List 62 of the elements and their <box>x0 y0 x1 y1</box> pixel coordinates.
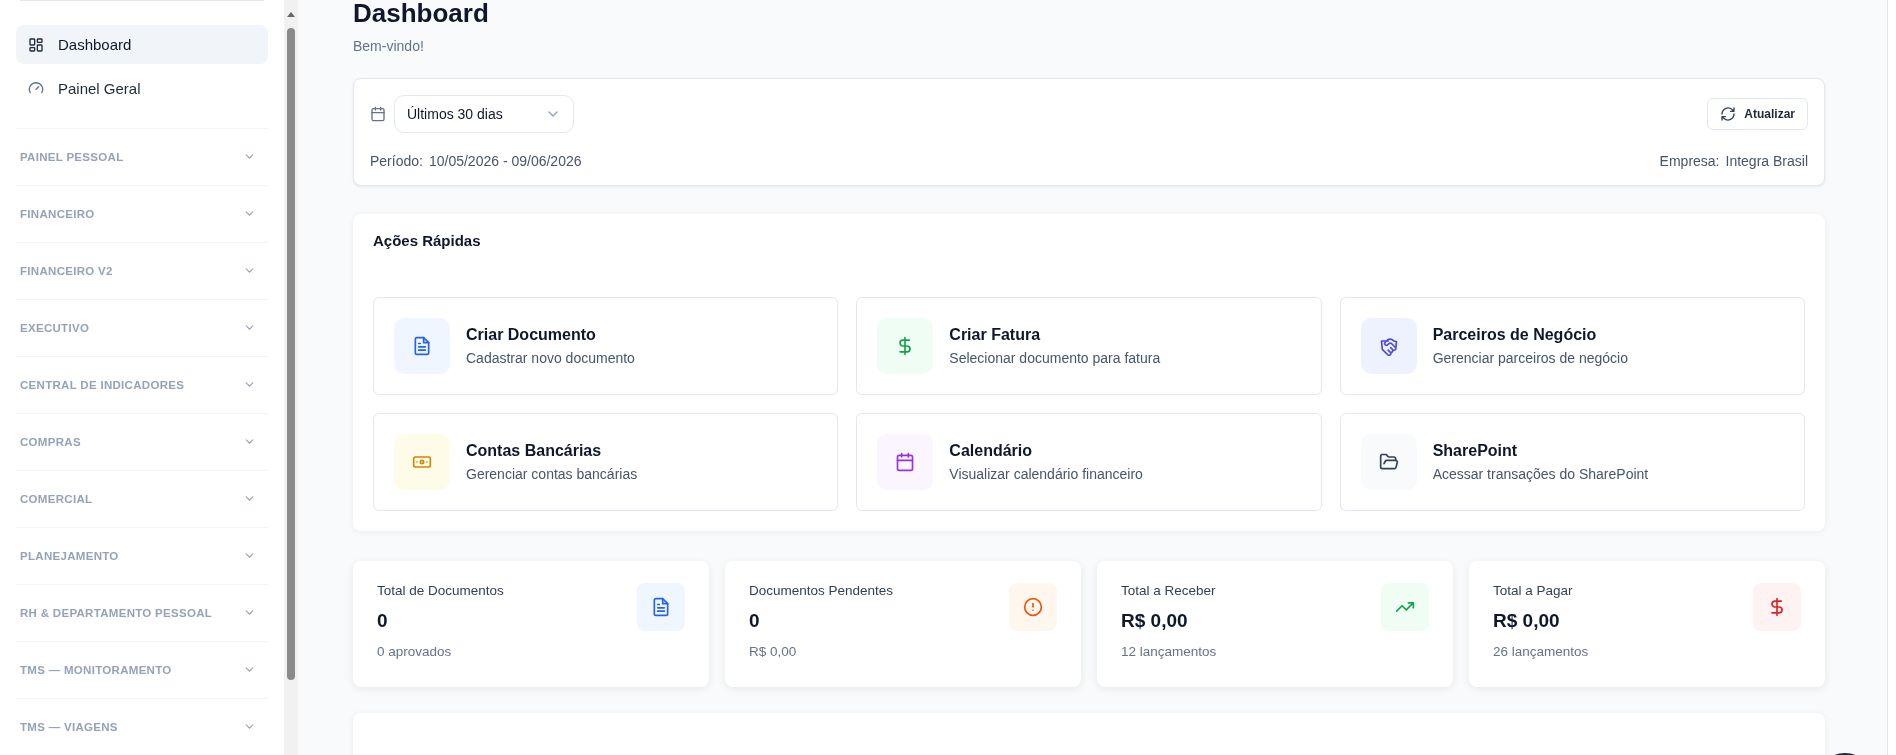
quick-action-card[interactable]: SharePoint Acessar transações do SharePoint <box>1339 413 1805 511</box>
action-title: Parceiros de Negócio <box>1432 326 1598 344</box>
action-description: Gerenciar parceiros de negócio <box>1432 350 1628 366</box>
action-description: Gerenciar contas bancárias <box>466 466 638 482</box>
stat-value: R$ 0,00 <box>1121 610 1189 632</box>
action-description: Acessar transações do SharePoint <box>1432 466 1649 482</box>
stat-note: R$ 0,00 <box>749 644 798 659</box>
document-icon <box>412 336 432 356</box>
action-title: SharePoint <box>1432 442 1519 460</box>
action-title: Criar Documento <box>466 326 597 344</box>
sidebar-section[interactable]: PLANEJAMENTO <box>16 527 268 584</box>
sidebar-item[interactable]: Painel Geral <box>16 68 268 108</box>
sidebar-section[interactable]: CENTRAL DE INDICADORES <box>16 356 268 413</box>
sidebar-section[interactable]: TMS — VIAGENS <box>16 698 268 755</box>
action-title: Calendário <box>949 442 1033 460</box>
scrollbar[interactable] <box>284 0 298 755</box>
date-range-select[interactable]: Últimos 30 dias <box>394 95 574 133</box>
grid-icon <box>28 36 44 53</box>
handshake-icon <box>1378 336 1399 356</box>
quick-action-card[interactable]: Parceiros de Negócio Gerenciar parceiros de negócio <box>1339 297 1805 395</box>
refresh-button[interactable]: Atualizar <box>1707 98 1808 130</box>
stat-note: 12 lançamentos <box>1121 644 1217 659</box>
section-title: Ações Rápidas <box>373 232 482 249</box>
action-description: Selecionar documento para fatura <box>949 350 1161 366</box>
stat-label: Documentos Pendentes <box>749 583 894 598</box>
sidebar-section[interactable]: FINANCEIRO V2 <box>16 242 268 299</box>
stat-note: 0 aprovados <box>377 644 453 659</box>
page-title: Dashboard <box>353 0 490 26</box>
refresh-icon <box>1720 106 1737 122</box>
company-value: Integra Brasil <box>1725 153 1808 169</box>
stat-value: R$ 0,00 <box>1493 610 1561 632</box>
quick-action-card[interactable]: Criar Fatura Selecionar documento para fatura <box>856 297 1322 395</box>
period-value: 10/05/2026 - 09/06/2026 <box>428 153 582 169</box>
page-subtitle: Bem-vindo! <box>353 38 425 54</box>
action-title: Criar Fatura <box>949 326 1042 344</box>
document-icon <box>651 597 671 617</box>
quick-action-card[interactable]: Criar Documento Cadastrar novo documento <box>373 297 839 395</box>
action-description: Cadastrar novo documento <box>466 350 635 366</box>
calendar-icon <box>895 452 916 472</box>
sidebar-section[interactable]: RH & DEPARTAMENTO PESSOAL <box>16 584 268 641</box>
stat-label: Total a Receber <box>1121 583 1217 598</box>
company-label: Empresa: <box>1659 153 1720 169</box>
alert-circle-icon <box>1023 597 1043 617</box>
sidebar-section[interactable]: TMS — MONITORAMENTO <box>16 641 268 698</box>
stat-label: Total de Documentos <box>377 583 504 598</box>
folder-icon <box>1378 452 1399 472</box>
quick-action-card[interactable]: Contas Bancárias Gerenciar contas bancárias <box>373 413 839 511</box>
stat-value: 0 <box>377 610 389 632</box>
action-description: Visualizar calendário financeiro <box>949 466 1143 482</box>
period-label: Período: <box>370 153 423 169</box>
stat-note: 26 lançamentos <box>1493 644 1589 659</box>
stat-value: 0 <box>749 610 761 632</box>
sidebar-section[interactable]: COMPRAS <box>16 413 268 470</box>
quick-action-card[interactable]: Calendário Visualizar calendário financeiro <box>856 413 1322 511</box>
sidebar-section[interactable]: COMERCIAL <box>16 470 268 527</box>
sidebar-item[interactable]: Dashboard <box>16 25 268 65</box>
calendar-icon <box>370 106 386 122</box>
sidebar-section[interactable]: FINANCEIRO <box>16 185 268 242</box>
stat-label: Total a Pagar <box>1493 583 1574 598</box>
sidebar-section[interactable]: EXECUTIVO <box>16 299 268 356</box>
action-title: Contas Bancárias <box>466 442 603 460</box>
sidebar-section[interactable]: PAINEL PESSOAL <box>16 128 268 185</box>
